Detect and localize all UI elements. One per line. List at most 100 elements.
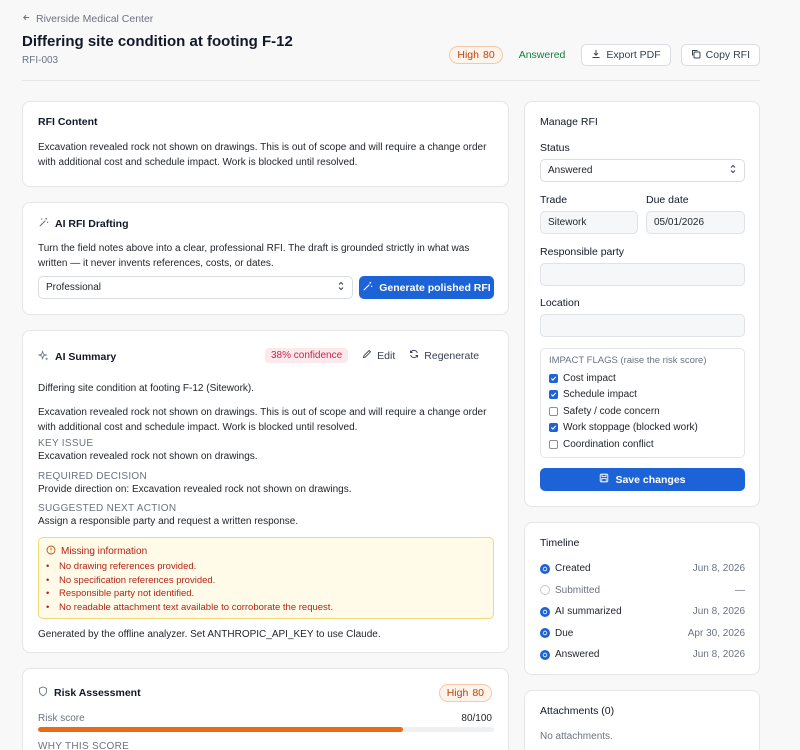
edit-summary-button[interactable]: Edit: [362, 349, 395, 362]
export-pdf-button[interactable]: Export PDF: [581, 44, 671, 66]
risk-badge: High 80: [449, 46, 503, 64]
timeline-event-label: AI summarized: [555, 606, 622, 618]
chevron-updown-icon: [337, 281, 345, 294]
impact-flags-group: IMPACT FLAGS (raise the risk score) Cost…: [540, 348, 745, 458]
timeline-event-label: Answered: [555, 649, 600, 661]
pending-circle-icon: [540, 585, 550, 596]
summary-original-text: Excavation revealed rock not shown on dr…: [38, 407, 487, 433]
risk-assessment-card: Risk Assessment High 80 Risk score 80/10…: [22, 668, 509, 750]
ai-summary-title: AI Summary: [55, 351, 117, 363]
due-date-label: Due date: [646, 194, 689, 206]
list-item: No readable attachment text available to…: [39, 601, 489, 615]
save-icon: [599, 473, 609, 486]
arrow-left-icon: [22, 13, 31, 25]
refresh-icon: [409, 349, 419, 362]
ai-drafting-card: AI RFI Drafting Turn the field notes abo…: [22, 202, 509, 315]
status-badge: Answered: [518, 49, 566, 61]
key-issue-text: Excavation revealed rock not shown on dr…: [38, 451, 258, 462]
timeline-event-label: Submitted: [555, 584, 601, 596]
responsible-party-label: Responsible party: [540, 246, 625, 258]
location-input[interactable]: [540, 314, 745, 337]
why-score-heading: WHY THIS SCORE: [38, 741, 130, 750]
due-date-input[interactable]: 05/01/2026: [646, 211, 745, 234]
check-circle-icon: [540, 606, 550, 617]
check-circle-icon: [540, 649, 550, 660]
impact-flags-list: Cost impact Schedule impact Safety / cod…: [549, 370, 698, 453]
copy-rfi-button[interactable]: Copy RFI: [680, 44, 760, 66]
timeline-event-date: Jun 8, 2026: [692, 606, 745, 618]
manage-rfi-card: Manage RFI Status Answered Trade Sitewor…: [524, 101, 760, 507]
attachments-empty: No attachments.: [540, 731, 613, 742]
timeline-event-due: Due Apr 30, 2026: [540, 623, 745, 645]
risk-score-bar: [38, 727, 494, 732]
list-item: Responsible party not identified.: [39, 587, 489, 601]
status-select[interactable]: Answered: [540, 159, 745, 182]
summary-actions: 38% confidence Edit Regenerate: [265, 348, 479, 363]
checkbox-checked[interactable]: [549, 390, 558, 400]
rfi-id: RFI-003: [22, 55, 59, 66]
chevron-updown-icon: [729, 164, 737, 177]
checkbox-checked[interactable]: [549, 373, 558, 383]
timeline-event-date: Jun 8, 2026: [692, 563, 745, 575]
timeline-list: Created Jun 8, 2026 Submitted — AI summa…: [540, 558, 745, 666]
missing-info-list: No drawing references provided. No speci…: [39, 560, 489, 614]
manage-rfi-title: Manage RFI: [540, 116, 598, 128]
risk-badge-score: 80: [483, 49, 495, 61]
confidence-badge: 38% confidence: [265, 348, 349, 363]
regenerate-label: Regenerate: [424, 349, 480, 362]
timeline-event-label: Created: [555, 563, 591, 575]
alert-circle-icon: [46, 545, 56, 558]
risk-badge: High 80: [438, 684, 492, 702]
risk-badge-label: High: [457, 49, 479, 61]
flag-label: Safety / code concern: [563, 405, 660, 417]
generate-label: Generate polished RFI: [379, 281, 491, 294]
breadcrumb-parent[interactable]: Riverside Medical Center: [36, 13, 153, 25]
flag-schedule-impact[interactable]: Schedule impact: [549, 387, 698, 404]
trade-input[interactable]: Sitework: [540, 211, 638, 234]
ai-drafting-title: AI RFI Drafting: [55, 218, 129, 230]
export-pdf-label: Export PDF: [606, 49, 661, 61]
save-changes-label: Save changes: [615, 473, 686, 486]
edit-label: Edit: [377, 349, 396, 362]
risk-score-bar-fill: [38, 727, 403, 732]
timeline-event-created: Created Jun 8, 2026: [540, 558, 745, 580]
flag-work-stoppage[interactable]: Work stoppage (blocked work): [549, 420, 698, 437]
risk-score-text: 80/100: [461, 713, 492, 724]
responsible-party-input[interactable]: [540, 263, 745, 286]
flag-label: Coordination conflict: [563, 438, 654, 450]
risk-assessment-title: Risk Assessment: [54, 687, 141, 699]
magic-wand-icon: [362, 281, 373, 295]
timeline-event-date: Apr 30, 2026: [687, 627, 745, 639]
flag-safety-code[interactable]: Safety / code concern: [549, 403, 698, 420]
sparkles-icon: [37, 350, 49, 364]
checkbox-checked[interactable]: [549, 423, 558, 433]
check-circle-icon: [540, 563, 550, 574]
regenerate-button[interactable]: Regenerate: [409, 349, 479, 362]
copy-icon: [691, 49, 701, 62]
key-issue-heading: KEY ISSUE: [38, 438, 94, 449]
timeline-event-answered: Answered Jun 8, 2026: [540, 644, 745, 666]
attachments-title: Attachments (0): [540, 705, 615, 717]
required-decision-text: Provide direction on: Excavation reveale…: [38, 484, 352, 495]
copy-rfi-label: Copy RFI: [705, 49, 750, 61]
ai-drafting-description: Turn the field notes above into a clear,…: [38, 243, 470, 269]
missing-info-title: Missing information: [61, 546, 148, 557]
rfi-content-card: RFI Content Excavation revealed rock not…: [22, 101, 509, 187]
flag-cost-impact[interactable]: Cost impact: [549, 370, 698, 387]
tone-select[interactable]: Professional: [38, 276, 353, 299]
save-changes-button[interactable]: Save changes: [540, 468, 745, 491]
summary-footer: Generated by the offline analyzer. Set A…: [38, 629, 381, 640]
timeline-event-ai-summarized: AI summarized Jun 8, 2026: [540, 601, 745, 623]
flag-label: Work stoppage (blocked work): [563, 422, 698, 434]
flag-coordination-conflict[interactable]: Coordination conflict: [549, 436, 698, 453]
magic-wand-icon: [38, 217, 49, 231]
rfi-content-text: Excavation revealed rock not shown on dr…: [38, 142, 487, 168]
checkbox-unchecked[interactable]: [549, 439, 558, 449]
download-icon: [591, 49, 601, 62]
generate-polished-rfi-button[interactable]: Generate polished RFI: [359, 276, 494, 299]
breadcrumb[interactable]: Riverside Medical Center: [22, 13, 153, 25]
next-action-heading: SUGGESTED NEXT ACTION: [38, 503, 177, 514]
ai-drafting-header: AI RFI Drafting: [38, 217, 129, 231]
checkbox-unchecked[interactable]: [549, 406, 558, 416]
ai-summary-header: AI Summary: [37, 350, 117, 364]
